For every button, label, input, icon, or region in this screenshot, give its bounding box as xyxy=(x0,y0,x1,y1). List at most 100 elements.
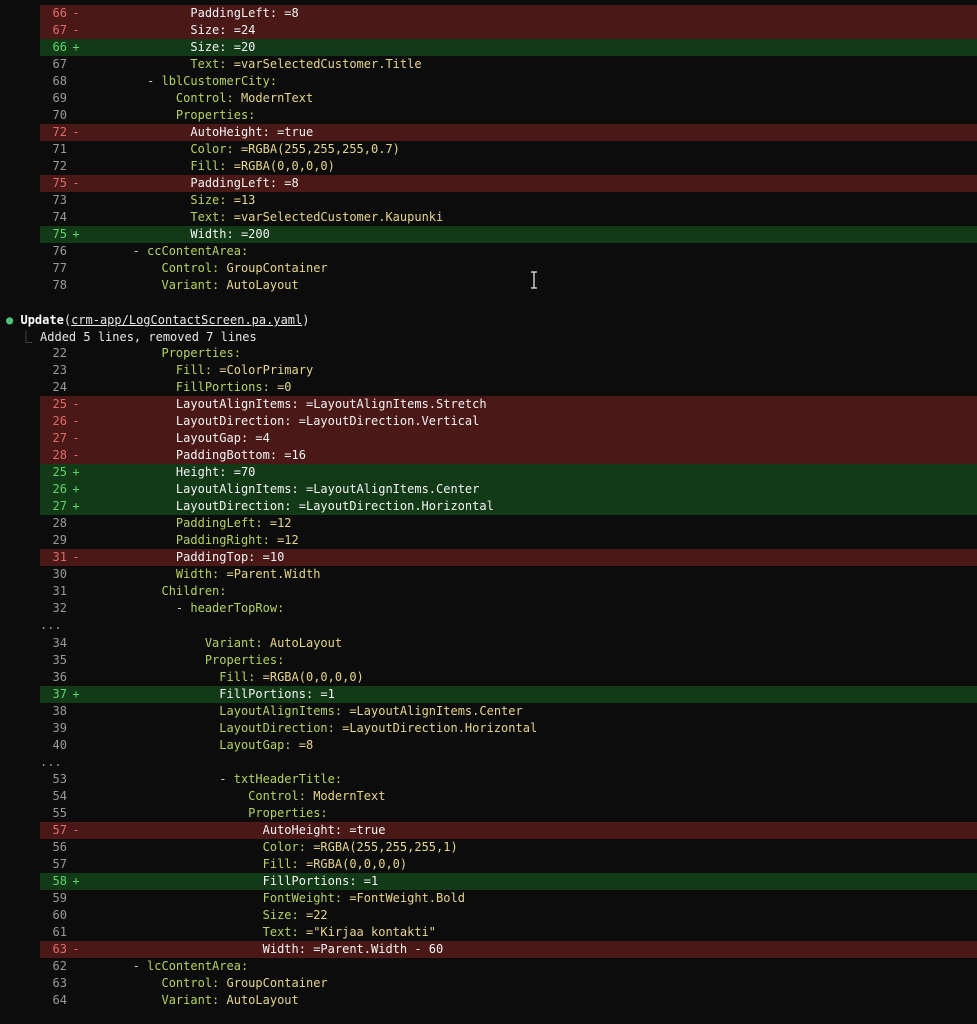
diff-marker: - xyxy=(72,448,80,462)
code-text: Control: ModernText xyxy=(82,788,385,805)
line-number: 26 xyxy=(52,482,67,496)
diff-hunk-4: 53 - txtHeaderTitle: 54 Control: ModernTe… xyxy=(0,754,977,1009)
yaml-value: =10 xyxy=(255,550,285,564)
yaml-value: AutoLayout xyxy=(219,278,299,292)
diff-hunk-3: 34 Variant: AutoLayout 35 Properties: 36 F… xyxy=(0,618,977,754)
line-number: 73 xyxy=(52,193,67,207)
line-number: 27 xyxy=(52,499,67,513)
diff-marker: - xyxy=(72,23,80,37)
code-text: Fill: =RGBA(0,0,0,0) xyxy=(82,669,364,686)
code-text: LayoutAlignItems: =LayoutAlignItems.Cent… xyxy=(82,703,523,720)
yaml-value: =RGBA(0,0,0,0) xyxy=(298,857,408,871)
yaml-key: Properties: xyxy=(248,806,328,820)
diff-marker: - xyxy=(72,431,80,445)
line-number: 74 xyxy=(52,210,67,224)
code-text: Text: =varSelectedCustomer.Title xyxy=(82,56,421,73)
code-text: Size: =20 xyxy=(82,39,255,56)
yaml-key: PaddingLeft: xyxy=(175,516,263,530)
context-line: 77 Control: GroupContainer xyxy=(40,260,977,277)
code-text: PaddingLeft: =12 xyxy=(82,515,292,532)
line-number: 31 xyxy=(52,550,67,564)
file-path-link[interactable]: crm-app/LogContactScreen.pa.yaml xyxy=(71,313,302,327)
diff-marker: - xyxy=(72,414,80,428)
yaml-value: =RGBA(255,255,255,1) xyxy=(305,840,458,854)
tool-name: Update xyxy=(20,313,64,327)
line-number: 26 xyxy=(52,414,67,428)
yaml-key: FillPortions: xyxy=(219,687,314,701)
context-line: 32 - headerTopRow: xyxy=(40,600,977,617)
diff-summary: ⎿ Added 5 lines, removed 7 lines xyxy=(20,329,977,346)
yaml-value: ModernText xyxy=(233,91,314,105)
context-line: 53 - txtHeaderTitle: xyxy=(40,771,977,788)
code-text: Size: =13 xyxy=(82,192,255,209)
context-line: 22 Properties: xyxy=(40,345,977,362)
update-tool-call: ● Update(crm-app/LogContactScreen.pa.yam… xyxy=(0,312,977,346)
yaml-key: LayoutAlignItems: xyxy=(219,704,343,718)
yaml-key: PaddingBottom: xyxy=(175,448,278,462)
yaml-value: =LayoutAlignItems.Center xyxy=(342,704,523,718)
yaml-key: Text: xyxy=(190,210,227,224)
diff-marker: - xyxy=(72,176,80,190)
diff-marker: + xyxy=(72,227,80,241)
line-number: 24 xyxy=(52,380,67,394)
code-text: Width: =Parent.Width xyxy=(82,566,321,583)
diff-marker: + xyxy=(72,874,80,888)
yaml-value: =70 xyxy=(226,465,256,479)
line-number: 77 xyxy=(52,261,67,275)
yaml-value: =12 xyxy=(269,533,299,547)
yaml-key: LayoutGap: xyxy=(175,431,249,445)
context-line: 39 LayoutDirection: =LayoutDirection.Hor… xyxy=(40,720,977,737)
yaml-key: Width: xyxy=(190,227,234,241)
yaml-key: LayoutGap: xyxy=(219,738,292,752)
code-text: LayoutDirection: =LayoutDirection.Horizo… xyxy=(82,720,537,737)
context-line: 40 LayoutGap: =8 xyxy=(40,737,977,754)
context-line: 70 Properties: xyxy=(40,107,977,124)
summary-text: Added 5 lines, removed 7 lines xyxy=(40,330,257,344)
code-text: PaddingLeft: =8 xyxy=(82,5,298,22)
code-text: - lblCustomerCity: xyxy=(147,74,278,88)
code-text: Size: =24 xyxy=(82,22,255,39)
yaml-value: =4 xyxy=(248,431,270,445)
yaml-key: Fill: xyxy=(219,670,256,684)
line-number: 57 xyxy=(52,857,67,871)
update-header[interactable]: ● Update(crm-app/LogContactScreen.pa.yam… xyxy=(6,312,977,329)
line-number: 67 xyxy=(52,23,67,37)
added-line: 75 + Width: =200 xyxy=(40,226,977,243)
yaml-key: Text: xyxy=(190,57,227,71)
context-line: 23 Fill: =ColorPrimary xyxy=(40,362,977,379)
removed-line: 66- PaddingLeft: =8 xyxy=(40,5,977,22)
line-number: 34 xyxy=(52,636,67,650)
line-number: 40 xyxy=(52,738,67,752)
code-text: Text: =varSelectedCustomer.Kaupunki xyxy=(82,209,443,226)
yaml-value: =true xyxy=(342,823,386,837)
yaml-value: =8 xyxy=(291,738,314,752)
status-dot-icon: ● xyxy=(6,313,14,327)
context-line: 68 - lblCustomerCity: xyxy=(40,73,977,90)
context-line: 56 Color: =RGBA(255,255,255,1) xyxy=(40,839,977,856)
added-line: 58 + FillPortions: =1 xyxy=(40,873,977,890)
diff-marker: + xyxy=(72,687,80,701)
line-number: 62 xyxy=(52,959,67,973)
line-number: 54 xyxy=(52,789,67,803)
paren-open: ( xyxy=(63,313,72,327)
code-text: Variant: AutoLayout xyxy=(82,992,298,1009)
code-text: Fill: =RGBA(0,0,0,0) xyxy=(82,158,335,175)
code-text: FontWeight: =FontWeight.Bold xyxy=(82,890,465,907)
context-line: 59 FontWeight: =FontWeight.Bold xyxy=(40,890,977,907)
yaml-value: =200 xyxy=(233,227,270,241)
yaml-key: Size: xyxy=(190,193,227,207)
context-line: 73 Size: =13 xyxy=(40,192,977,209)
code-text: Text: ="Kirjaa kontakti" xyxy=(82,924,436,941)
yaml-key: Children: xyxy=(161,584,227,598)
added-line: 25 + Height: =70 xyxy=(40,464,977,481)
code-text: Variant: AutoLayout xyxy=(82,277,299,294)
line-number: 71 xyxy=(52,142,67,156)
code-text: LayoutDirection: =LayoutDirection.Horizo… xyxy=(82,498,494,515)
yaml-key: lcContentArea: xyxy=(147,959,249,973)
yaml-key: Size: xyxy=(262,908,299,922)
yaml-value: =Parent.Width - 60 xyxy=(305,942,444,956)
code-text: Fill: =RGBA(0,0,0,0) xyxy=(82,856,408,873)
context-line: 67 Text: =varSelectedCustomer.Title xyxy=(40,56,977,73)
context-line: 34 Variant: AutoLayout xyxy=(40,635,977,652)
yaml-key: Fill: xyxy=(262,857,299,871)
